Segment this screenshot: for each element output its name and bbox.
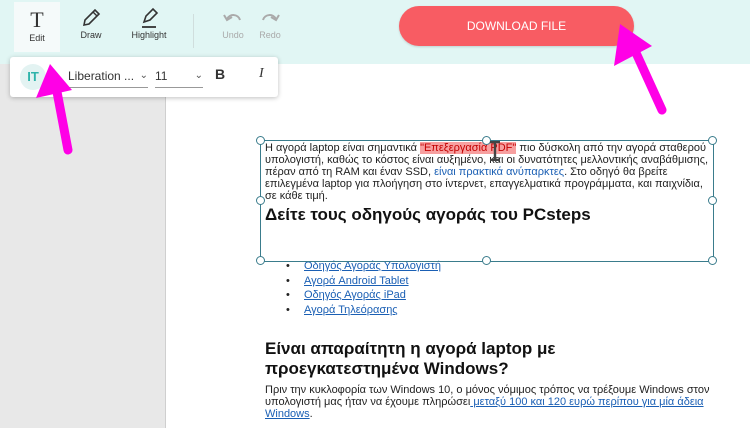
- undo-button[interactable]: Undo: [220, 6, 246, 40]
- highlight-tool-label: Highlight: [131, 30, 167, 40]
- resize-handle[interactable]: [256, 196, 265, 205]
- undo-icon: [223, 14, 241, 22]
- redo-button[interactable]: Redo: [257, 6, 283, 40]
- toolbar-divider: [193, 14, 194, 48]
- edit-tool[interactable]: T Edit: [14, 2, 60, 52]
- resize-handle[interactable]: [482, 256, 491, 265]
- list-item[interactable]: Αγορά Τηλεόρασης: [286, 303, 441, 318]
- text-span: .: [309, 408, 313, 420]
- pencil-icon: [82, 8, 101, 27]
- draw-tool[interactable]: Draw: [74, 6, 108, 40]
- highlight-tool[interactable]: Highlight: [126, 6, 172, 40]
- text-edit-icon: T: [30, 7, 44, 32]
- font-size-value: 11: [155, 69, 168, 83]
- resize-handle[interactable]: [256, 256, 265, 265]
- annotation-arrow-icon: [614, 24, 667, 115]
- resize-handle[interactable]: [708, 136, 717, 145]
- list-item[interactable]: Αγορά Android Tablet: [286, 274, 441, 289]
- highlighter-icon: [142, 7, 159, 28]
- italic-button[interactable]: I: [259, 66, 264, 82]
- list-item[interactable]: Οδηγός Αγοράς iPad: [286, 288, 441, 303]
- resize-handle[interactable]: [256, 136, 265, 145]
- list-link[interactable]: Οδηγός Αγοράς iPad: [304, 289, 406, 301]
- chevron-down-icon: ⌄: [139, 70, 148, 81]
- edit-tool-label: Edit: [29, 33, 45, 43]
- guides-list: Οδηγός Αγοράς Υπολογιστή Αγορά Android T…: [286, 259, 441, 317]
- redo-label: Redo: [259, 30, 281, 40]
- redo-icon: [262, 14, 280, 22]
- resize-handle[interactable]: [708, 256, 717, 265]
- text-cursor-icon: [490, 141, 500, 161]
- draw-tool-label: Draw: [80, 30, 102, 40]
- list-link[interactable]: Αγορά Τηλεόρασης: [304, 304, 398, 316]
- chevron-down-icon: ⌄: [194, 70, 203, 81]
- paragraph-windows[interactable]: Πριν την κυκλοφορία των Windows 10, ο μό…: [265, 384, 715, 420]
- list-link[interactable]: Αγορά Android Tablet: [304, 275, 409, 287]
- section-heading: Είναι απαραίτητη η αγορά laptop με προεγ…: [265, 339, 556, 378]
- text-selection-box[interactable]: [260, 140, 714, 262]
- download-file-button[interactable]: DOWNLOAD FILE: [399, 6, 634, 46]
- font-size-select[interactable]: 11 ⌄: [155, 65, 203, 88]
- undo-label: Undo: [222, 30, 244, 40]
- annotation-arrow-icon: [36, 64, 73, 155]
- resize-handle[interactable]: [708, 196, 717, 205]
- bold-button[interactable]: B: [215, 66, 225, 82]
